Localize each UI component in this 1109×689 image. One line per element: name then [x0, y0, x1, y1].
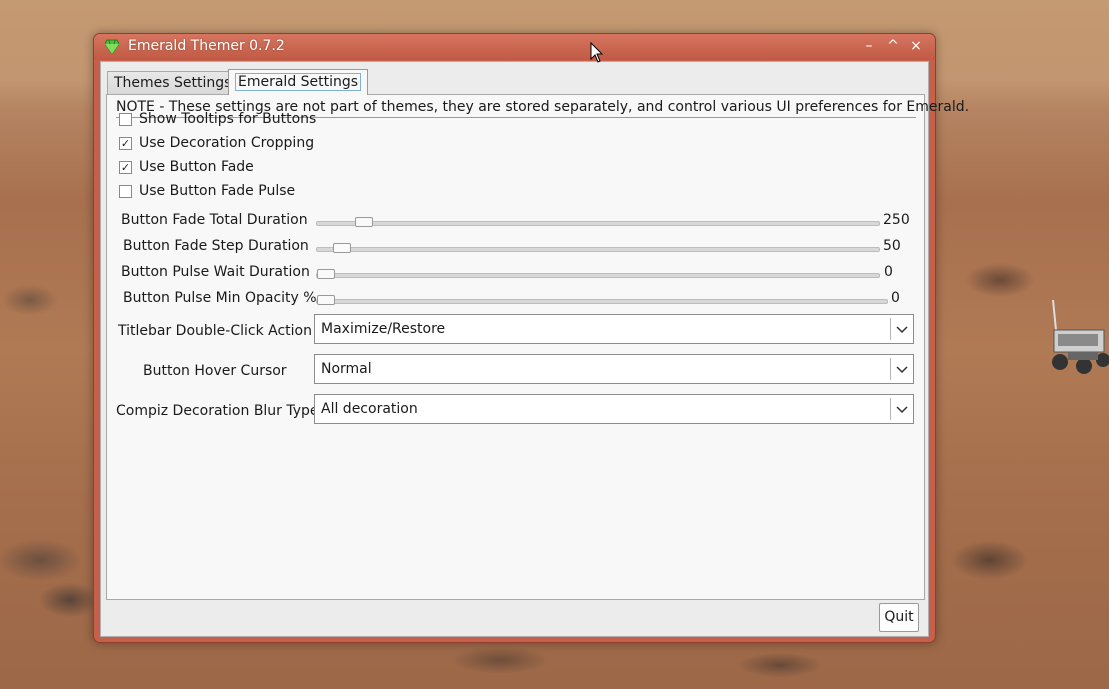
- emerald-gem-icon: [105, 39, 119, 54]
- button-fade-checkbox[interactable]: ✓: [119, 160, 132, 174]
- tooltips-checkbox[interactable]: [119, 112, 132, 126]
- checkbox-row-tooltips[interactable]: Show Tooltips for Buttons: [119, 109, 316, 129]
- chevron-down-icon[interactable]: [890, 318, 913, 340]
- button-fade-pulse-label: Use Button Fade Pulse: [139, 183, 296, 199]
- fade-step-duration-value: 50: [883, 238, 901, 254]
- button-hover-cursor-label: Button Hover Cursor: [143, 363, 287, 379]
- decoration-cropping-checkbox[interactable]: ✓: [119, 136, 132, 150]
- pulse-wait-duration-label: Button Pulse Wait Duration: [121, 264, 310, 280]
- wallpaper-rover: [1052, 300, 1109, 374]
- close-button[interactable]: ×: [907, 37, 925, 55]
- fade-total-duration-value: 250: [883, 212, 910, 228]
- maximize-button[interactable]: ^: [884, 37, 902, 55]
- decoration-cropping-label: Use Decoration Cropping: [139, 135, 315, 151]
- checkbox-row-button-fade[interactable]: ✓ Use Button Fade: [119, 157, 254, 177]
- checkbox-row-button-fade-pulse[interactable]: Use Button Fade Pulse: [119, 181, 295, 201]
- chevron-down-icon[interactable]: [890, 358, 913, 380]
- minimize-button[interactable]: –: [860, 37, 878, 55]
- fade-step-duration-handle[interactable]: [333, 243, 351, 253]
- fade-total-duration-handle[interactable]: [355, 217, 373, 227]
- pulse-min-opacity-label: Button Pulse Min Opacity %: [123, 290, 317, 306]
- decoration-blur-type-value: All decoration: [321, 401, 418, 417]
- window-title: Emerald Themer 0.7.2: [128, 38, 285, 54]
- client-area: Themes Settings Emerald Settings NOTE - …: [100, 61, 969, 637]
- decoration-blur-type-combo[interactable]: All decoration: [314, 394, 914, 424]
- chevron-down-icon[interactable]: [890, 398, 913, 420]
- pulse-wait-duration-handle[interactable]: [317, 269, 335, 279]
- pulse-min-opacity-handle[interactable]: [317, 295, 335, 305]
- pulse-min-opacity-slider[interactable]: [316, 295, 888, 305]
- pulse-min-opacity-value: 0: [891, 290, 900, 306]
- button-fade-pulse-checkbox[interactable]: [119, 184, 132, 198]
- pulse-wait-duration-slider[interactable]: [316, 269, 880, 279]
- tooltips-label: Show Tooltips for Buttons: [139, 111, 317, 127]
- decoration-blur-type-label: Compiz Decoration Blur Type: [116, 403, 319, 419]
- settings-panel: NOTE - These settings are not part of th…: [106, 94, 969, 600]
- fade-step-duration-slider[interactable]: [316, 243, 880, 253]
- titlebar-double-click-label: Titlebar Double-Click Action: [118, 323, 312, 339]
- button-fade-label: Use Button Fade: [139, 159, 254, 175]
- quit-button-label: Quit: [884, 609, 914, 625]
- button-hover-cursor-combo[interactable]: Normal: [314, 354, 914, 384]
- titlebar-double-click-value: Maximize/Restore: [321, 321, 446, 337]
- tab-themes-settings[interactable]: Themes Settings: [107, 71, 239, 95]
- tab-emerald-settings-label: Emerald Settings: [235, 73, 362, 91]
- titlebar-double-click-combo[interactable]: Maximize/Restore: [314, 314, 914, 344]
- fade-step-duration-label: Button Fade Step Duration: [123, 238, 309, 254]
- emerald-themer-window: Emerald Themer 0.7.2 – ^ × Themes Settin…: [93, 33, 969, 643]
- fade-total-duration-label: Button Fade Total Duration: [121, 212, 308, 228]
- pulse-wait-duration-value: 0: [884, 264, 893, 280]
- mouse-pointer-icon: [590, 42, 604, 63]
- checkbox-row-decoration-cropping[interactable]: ✓ Use Decoration Cropping: [119, 133, 314, 153]
- titlebar[interactable]: Emerald Themer 0.7.2 – ^ ×: [94, 34, 935, 60]
- quit-button[interactable]: Quit: [879, 603, 919, 632]
- tab-emerald-settings[interactable]: Emerald Settings: [228, 69, 369, 95]
- button-hover-cursor-value: Normal: [321, 361, 372, 377]
- fade-total-duration-slider[interactable]: [316, 217, 880, 227]
